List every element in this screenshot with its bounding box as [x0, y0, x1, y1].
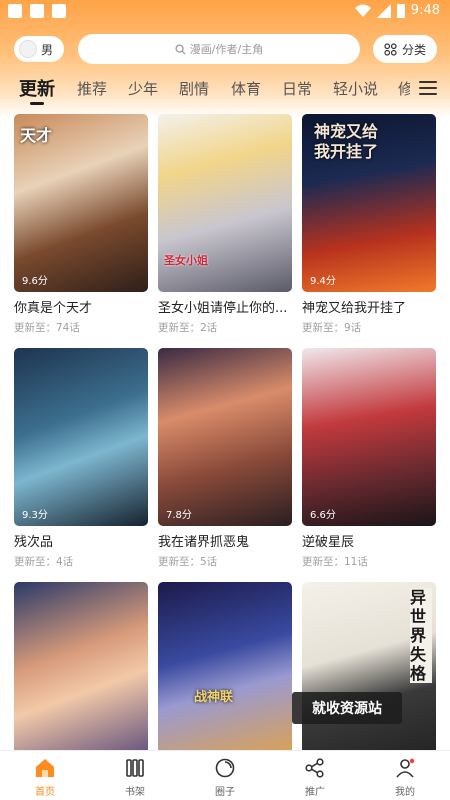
comic-cover[interactable]: 战神联	[158, 582, 292, 750]
bottom-navigation: 首页 书架 圈子 推广 我的	[0, 750, 450, 800]
comic-title: 残次品	[14, 535, 54, 550]
comic-card[interactable]: 天才 9.6分 你真是个天才 更新至：74话	[14, 114, 148, 335]
nav-bookshelf[interactable]: 书架	[110, 757, 160, 798]
comic-cover[interactable]	[14, 582, 148, 750]
comic-cover[interactable]: 6.6分	[302, 348, 436, 526]
tab-shonen[interactable]: 少年	[128, 78, 158, 99]
nav-label: 首页	[35, 787, 55, 798]
comic-update-info: 更新至：2话	[158, 322, 218, 334]
tab-drama[interactable]: 剧情	[179, 78, 209, 99]
nav-circle[interactable]: 圈子	[200, 757, 250, 798]
comic-cover[interactable]: 天才 9.6分	[14, 114, 148, 292]
comic-update-info: 更新至：11话	[302, 556, 368, 568]
comic-cover[interactable]: 异世界失格	[302, 582, 436, 750]
gender-label: 男	[41, 42, 54, 57]
category-tabs: 更新 推荐 少年 剧情 体育 日常 轻小说 修	[0, 72, 450, 108]
comic-title: 逆破星辰	[302, 535, 355, 550]
comic-card[interactable]: 神宠又给我开挂了 9.4分 神宠又给我开挂了 更新至：9话	[302, 114, 436, 335]
comic-cover[interactable]: 9.3分	[14, 348, 148, 526]
nav-label: 书架	[125, 787, 145, 798]
category-label: 分类	[401, 42, 426, 57]
cover-title-text: 异世界失格	[410, 588, 432, 683]
watermark-overlay: 就收资源站	[292, 692, 402, 724]
comic-update-info: 更新至：74话	[14, 322, 80, 334]
cover-title-text: 天才	[20, 126, 53, 145]
share-icon	[305, 758, 324, 778]
tab-daily[interactable]: 日常	[282, 78, 312, 99]
comic-score: 9.3分	[22, 510, 48, 521]
notification-icon	[30, 4, 44, 18]
category-button[interactable]: 分类	[373, 35, 437, 63]
comic-score: 9.4分	[310, 276, 336, 287]
comic-card[interactable]: 战神联	[158, 582, 292, 750]
tab-recommend[interactable]: 推荐	[77, 78, 107, 99]
bookshelf-icon	[126, 759, 144, 777]
comic-grid: 天才 9.6分 你真是个天才 更新至：74话 圣女小姐 圣女小姐请停止你的...…	[0, 114, 450, 750]
comic-card[interactable]: 9.3分 残次品 更新至：4话	[14, 348, 148, 569]
circle-icon	[215, 758, 235, 778]
nav-label: 推广	[305, 787, 325, 798]
signal-icon	[376, 3, 391, 18]
nav-label: 我的	[395, 787, 415, 798]
toggle-knob	[19, 40, 37, 58]
status-time: 9:48	[410, 3, 440, 18]
comic-title: 你真是个天才	[14, 301, 93, 316]
comic-title: 我在诸界抓恶鬼	[158, 535, 250, 550]
tab-light-novel[interactable]: 轻小说	[333, 78, 378, 99]
comic-update-info: 更新至：4话	[14, 556, 74, 568]
category-grid-icon	[384, 42, 397, 56]
comic-title: 神宠又给我开挂了	[302, 301, 407, 316]
menu-icon[interactable]	[419, 81, 437, 95]
cover-title-text: 神宠又给我开挂了	[314, 122, 379, 161]
comic-update-info: 更新至：9话	[302, 322, 362, 334]
search-placeholder: 漫画/作者/主角	[189, 43, 264, 56]
nav-promote[interactable]: 推广	[290, 757, 340, 798]
tab-cultivation[interactable]: 修	[398, 78, 410, 99]
comic-score: 7.8分	[166, 510, 192, 521]
search-input[interactable]: 漫画/作者/主角	[78, 34, 360, 64]
nav-profile[interactable]: 我的	[380, 757, 430, 798]
nav-label: 圈子	[215, 787, 235, 798]
battery-icon	[396, 3, 405, 18]
home-icon	[36, 759, 54, 777]
gender-toggle[interactable]: 男	[14, 36, 64, 62]
cover-title-text: 圣女小姐	[164, 254, 208, 267]
status-indicators: 9:48	[354, 3, 440, 18]
tab-update[interactable]: 更新	[19, 75, 55, 101]
comic-cover[interactable]: 圣女小姐	[158, 114, 292, 292]
status-bar: 9:48	[0, 0, 450, 26]
comic-title: 圣女小姐请停止你的...	[158, 301, 288, 316]
wifi-icon	[354, 4, 371, 17]
notification-icon	[52, 4, 66, 18]
comic-card[interactable]: 7.8分 我在诸界抓恶鬼 更新至：5话	[158, 348, 292, 569]
comic-cover[interactable]: 7.8分	[158, 348, 292, 526]
comic-score: 9.6分	[22, 276, 48, 287]
comic-cover[interactable]: 神宠又给我开挂了 9.4分	[302, 114, 436, 292]
cover-title-text: 战神联	[194, 690, 234, 705]
comic-card[interactable]: 6.6分 逆破星辰 更新至：11话	[302, 348, 436, 569]
profile-icon	[396, 758, 415, 778]
comic-card[interactable]: 圣女小姐 圣女小姐请停止你的... 更新至：2话	[158, 114, 292, 335]
active-tab-indicator	[30, 102, 44, 105]
notification-icon	[8, 4, 22, 18]
comic-update-info: 更新至：5话	[158, 556, 218, 568]
comic-score: 6.6分	[310, 510, 336, 521]
tab-sports[interactable]: 体育	[231, 78, 261, 99]
nav-home[interactable]: 首页	[20, 757, 70, 798]
comic-card[interactable]: 异世界失格	[302, 582, 436, 750]
comic-card[interactable]	[14, 582, 148, 750]
search-icon	[175, 43, 186, 55]
